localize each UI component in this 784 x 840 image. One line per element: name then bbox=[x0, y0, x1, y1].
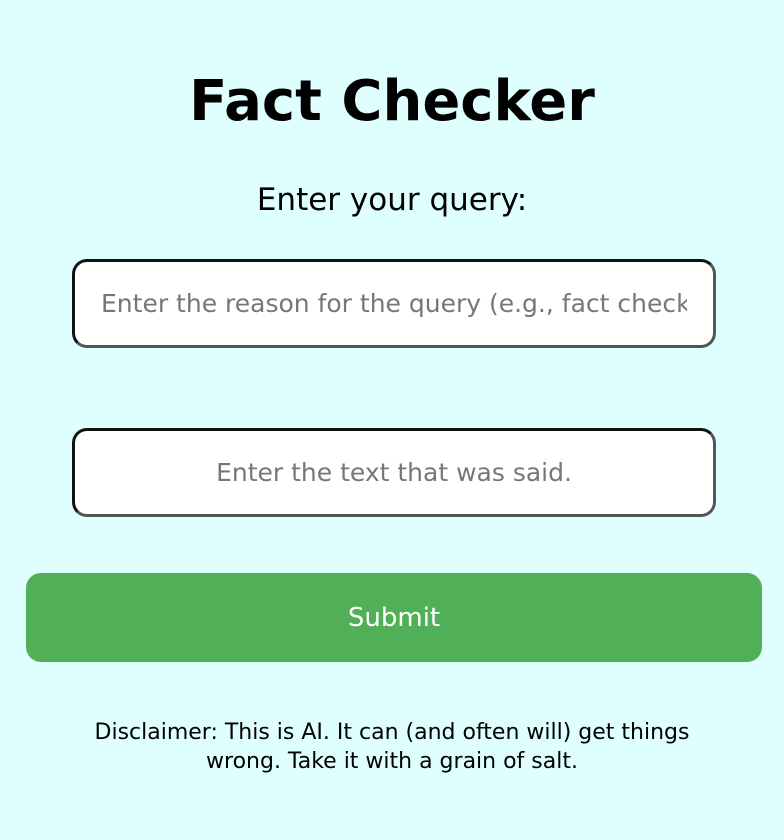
submit-button[interactable]: Submit bbox=[26, 573, 762, 662]
query-prompt-label: Enter your query: bbox=[256, 182, 528, 218]
query-reason-input[interactable] bbox=[72, 259, 716, 348]
disclaimer-text: Disclaimer: This is AI. It can (and ofte… bbox=[94, 720, 690, 774]
spoken-text-input[interactable] bbox=[72, 428, 716, 517]
page-title: Fact Checker bbox=[189, 69, 595, 134]
